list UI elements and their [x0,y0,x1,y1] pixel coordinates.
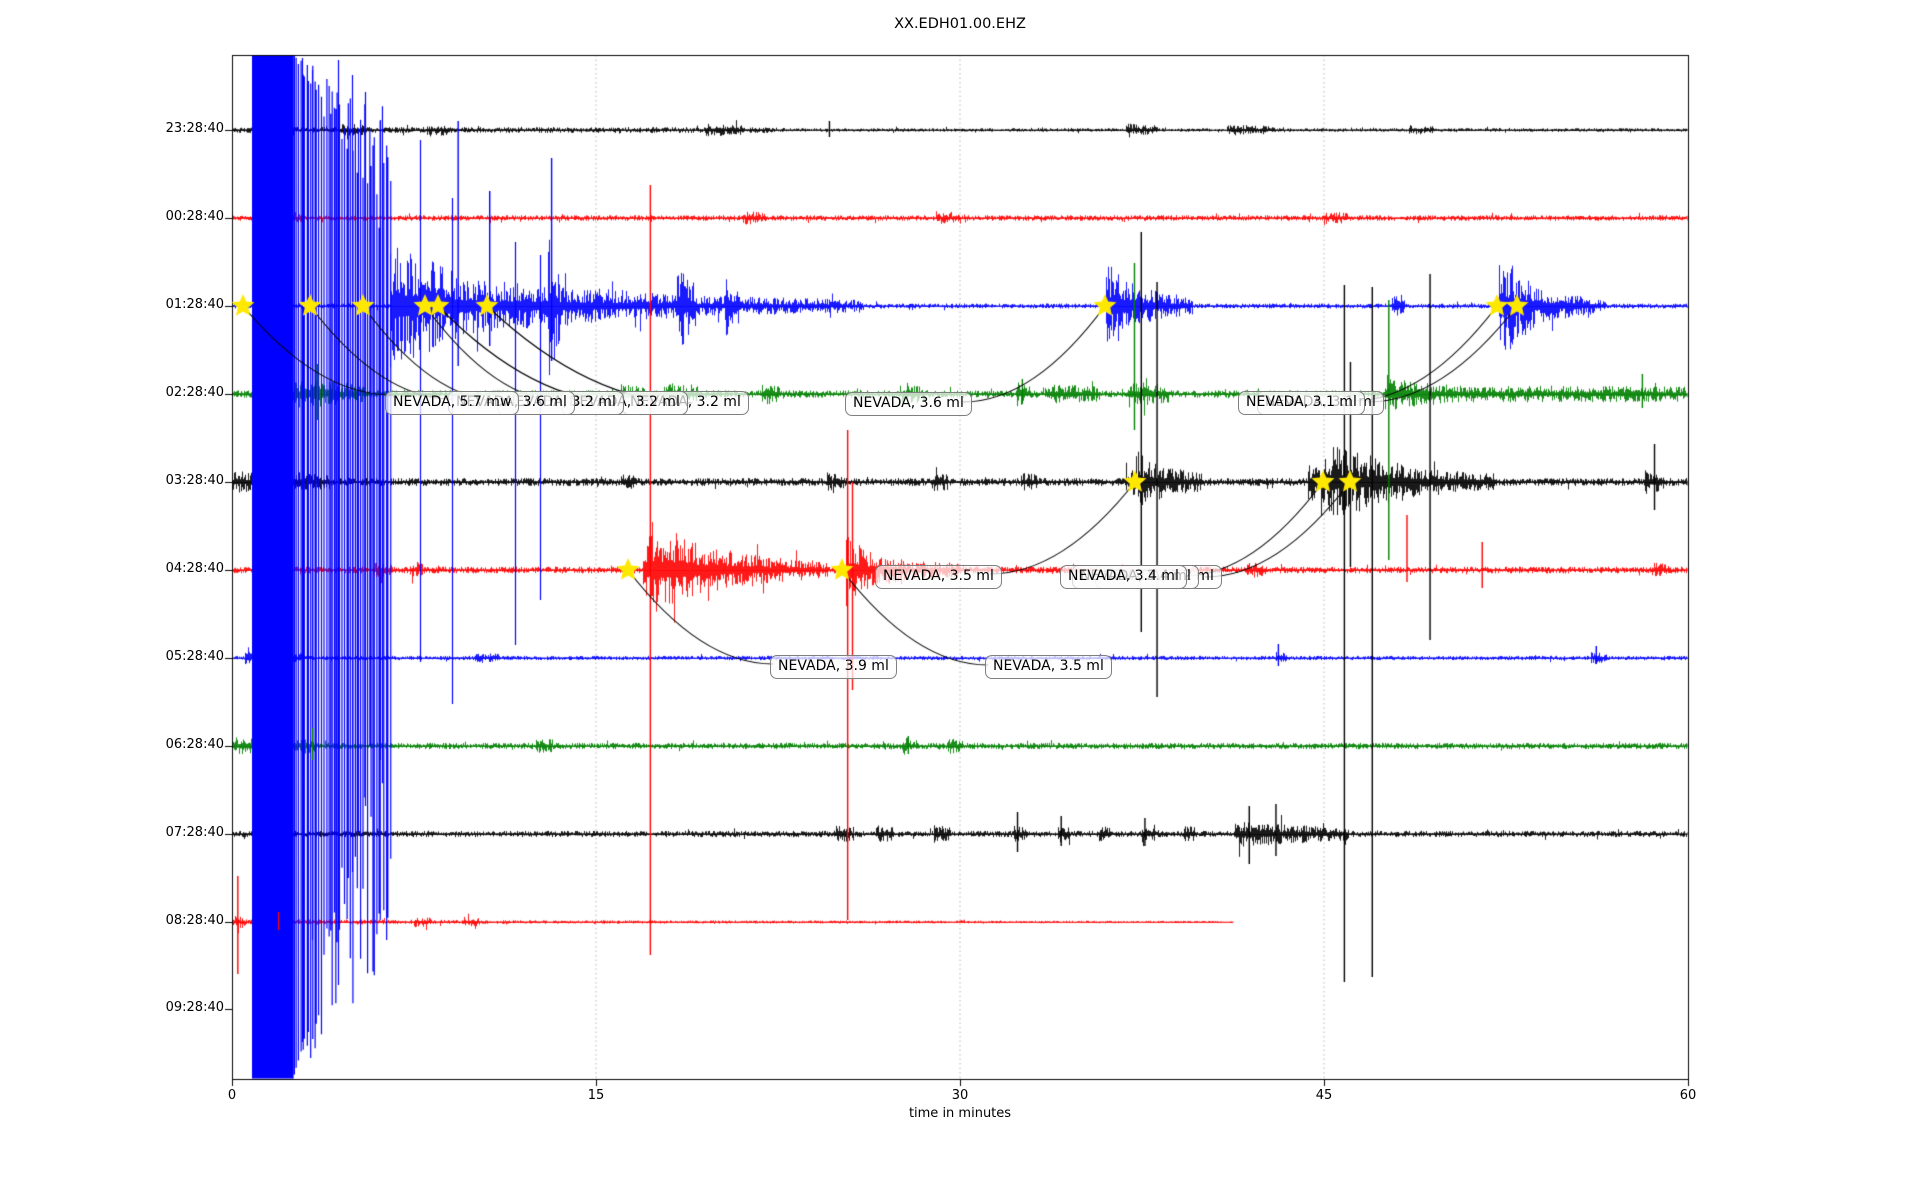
event-label: NEVADA, 3.5 ml [985,655,1112,679]
event-label: NEVADA, 3.1 ml [1238,391,1365,415]
waveform-canvas [0,0,1920,1200]
x-tick-label: 60 [1658,1088,1718,1103]
y-tick-label: 09:28:40 [140,1000,224,1015]
y-tick-label: 23:28:40 [140,121,224,136]
y-tick-label: 02:28:40 [140,385,224,400]
x-axis-label: time in minutes [860,1106,1060,1121]
x-tick-label: 30 [930,1088,990,1103]
x-tick-label: 45 [1294,1088,1354,1103]
y-tick-label: 01:28:40 [140,297,224,312]
event-label: NEVADA, 3.4 ml [1060,565,1187,589]
y-tick-label: 06:28:40 [140,737,224,752]
y-tick-label: 00:28:40 [140,209,224,224]
y-tick-label: 04:28:40 [140,561,224,576]
x-tick-label: 15 [566,1088,626,1103]
page-title: XX.EDH01.00.EHZ [760,16,1160,32]
y-tick-label: 05:28:40 [140,649,224,664]
event-label: NEVADA, 3.6 ml [845,392,972,416]
seismogram-figure: XX.EDH01.00.EHZ 23:28:40 00:28:40 01:28:… [0,0,1920,1200]
event-label: NEVADA, 3.5 ml [875,565,1002,589]
event-label: NEVADA, 5.7 mw [385,391,519,415]
x-tick-label: 0 [202,1088,262,1103]
y-tick-label: 08:28:40 [140,913,224,928]
y-tick-label: 07:28:40 [140,825,224,840]
event-label: NEVADA, 3.9 ml [770,655,897,679]
y-tick-label: 03:28:40 [140,473,224,488]
